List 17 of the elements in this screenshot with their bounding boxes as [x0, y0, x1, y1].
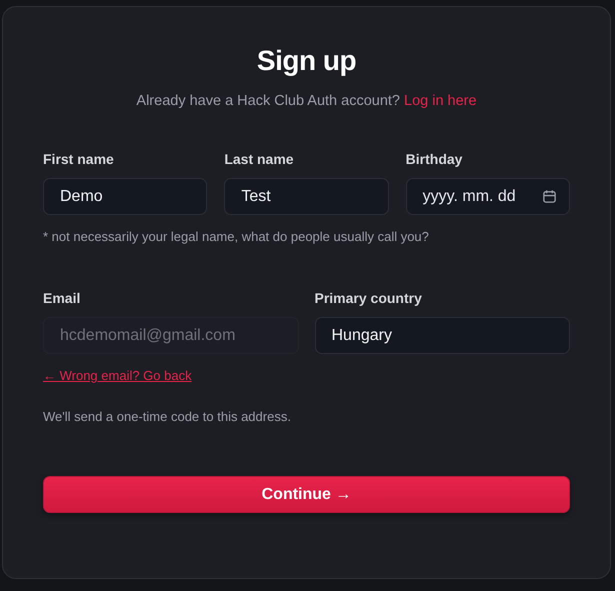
- subtitle: Already have a Hack Club Auth account?: [136, 93, 400, 109]
- field-label: Birthday: [406, 151, 464, 167]
- field-label: First name: [43, 151, 115, 167]
- back-link[interactable]: ← Wrong email? Go back: [43, 368, 192, 383]
- continue-button[interactable]: Continue →: [43, 476, 570, 513]
- field-label: Email: [43, 290, 82, 306]
- field-label: Primary country: [314, 290, 423, 306]
- input-field[interactable]: Test: [224, 178, 389, 215]
- input-field[interactable]: Demo: [43, 178, 208, 215]
- email-note: We'll send a one-time code to this address.: [43, 409, 292, 424]
- input-field[interactable]: Hungary: [314, 317, 570, 354]
- name-hint: * not necessarily your legal name, what do people usually call you?: [43, 229, 430, 244]
- field-label: Last name: [224, 151, 295, 167]
- login-link[interactable]: Log in here: [404, 93, 477, 109]
- page-title: Sign up: [256, 45, 358, 77]
- calendar-icon[interactable]: [542, 189, 557, 204]
- date-field[interactable]: yyyy. mm. dd: [406, 178, 570, 215]
